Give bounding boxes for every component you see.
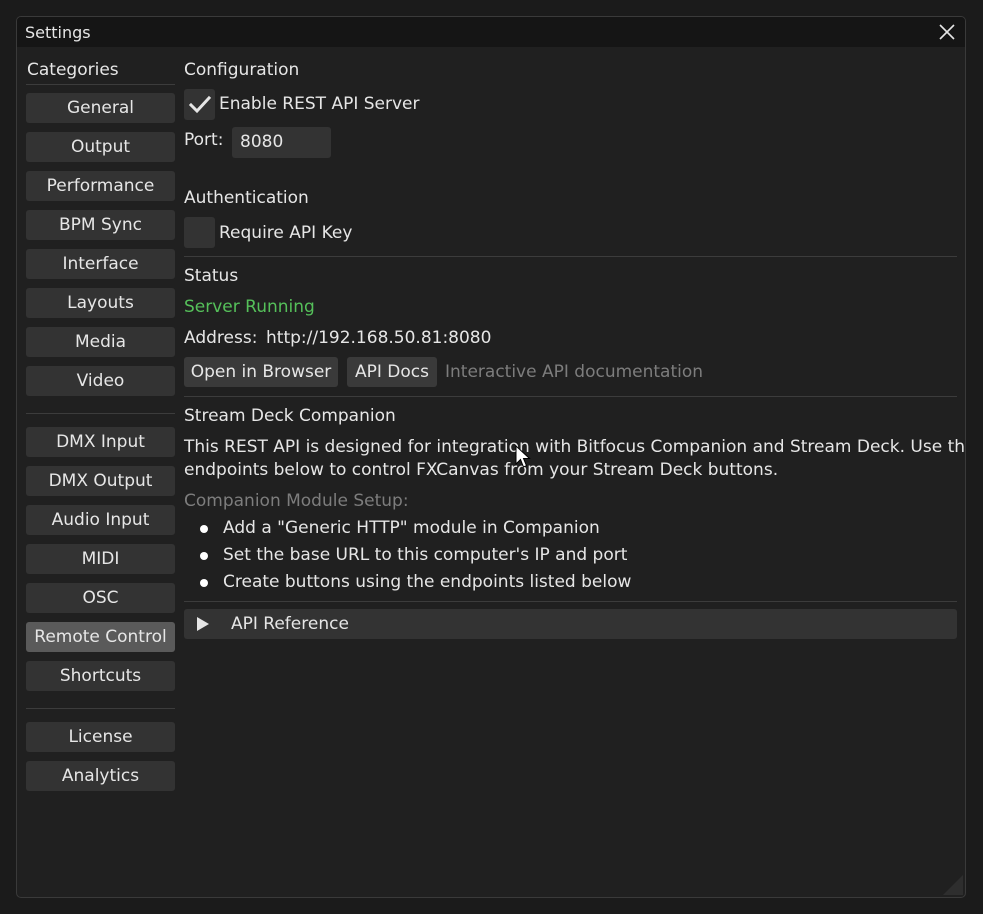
sidebar-item-video[interactable]: Video — [26, 366, 175, 396]
checkmark-icon — [188, 95, 212, 114]
title-bar[interactable]: Settings — [17, 17, 965, 47]
bullet-icon — [200, 579, 208, 587]
sidebar-item-shortcuts[interactable]: Shortcuts — [26, 661, 175, 691]
api-docs-hint: Interactive API documentation — [445, 362, 704, 382]
divider — [26, 708, 175, 709]
port-label: Port: — [184, 130, 224, 150]
sidebar-item-dmx-output[interactable]: DMX Output — [26, 466, 175, 496]
sidebar-item-layouts[interactable]: Layouts — [26, 288, 175, 318]
sidebar-item-osc[interactable]: OSC — [26, 583, 175, 613]
authentication-heading: Authentication — [184, 188, 309, 208]
setup-step: Create buttons using the endpoints liste… — [223, 572, 632, 592]
companion-description-line2: endpoints below to control FXCanvas from… — [184, 460, 779, 480]
mouse-cursor-icon — [515, 445, 531, 468]
divider — [184, 256, 957, 257]
sidebar-item-performance[interactable]: Performance — [26, 171, 175, 201]
companion-setup-label: Companion Module Setup: — [184, 491, 409, 511]
expand-arrow-icon — [197, 617, 209, 631]
sidebar-item-general[interactable]: General — [26, 93, 175, 123]
sidebar-item-bpm-sync[interactable]: BPM Sync — [26, 210, 175, 240]
settings-window: Settings Categories General Output Perfo… — [16, 16, 966, 898]
window-title: Settings — [25, 23, 91, 42]
server-status-text: Server Running — [184, 297, 315, 317]
require-api-key-label[interactable]: Require API Key — [219, 222, 352, 244]
sidebar-item-remote-control[interactable]: Remote Control — [26, 622, 175, 652]
sidebar-item-midi[interactable]: MIDI — [26, 544, 175, 574]
open-in-browser-button[interactable]: Open in Browser — [184, 357, 338, 387]
sidebar-item-license[interactable]: License — [26, 722, 175, 752]
divider — [26, 84, 175, 85]
address-value: http://192.168.50.81:8080 — [266, 328, 492, 348]
enable-rest-api-checkbox[interactable] — [184, 89, 215, 120]
setup-step: Add a "Generic HTTP" module in Companion — [223, 518, 600, 538]
divider — [184, 396, 957, 397]
api-reference-header[interactable]: API Reference — [184, 609, 957, 639]
port-input[interactable]: 8080 — [232, 127, 331, 158]
resize-grip-icon[interactable] — [941, 873, 963, 895]
bullet-icon — [200, 525, 208, 533]
companion-heading: Stream Deck Companion — [184, 406, 396, 426]
sidebar-item-output[interactable]: Output — [26, 132, 175, 162]
close-icon[interactable] — [938, 23, 956, 41]
sidebar-item-media[interactable]: Media — [26, 327, 175, 357]
bullet-icon — [200, 552, 208, 560]
status-heading: Status — [184, 266, 239, 286]
api-docs-button[interactable]: API Docs — [347, 357, 437, 387]
sidebar-item-audio-input[interactable]: Audio Input — [26, 505, 175, 535]
sidebar-item-interface[interactable]: Interface — [26, 249, 175, 279]
setup-step: Set the base URL to this computer's IP a… — [223, 545, 628, 565]
enable-rest-api-label[interactable]: Enable REST API Server — [219, 93, 420, 115]
sidebar-item-dmx-input[interactable]: DMX Input — [26, 427, 175, 457]
address-label: Address: — [184, 328, 258, 348]
configuration-heading: Configuration — [184, 60, 300, 80]
api-reference-label: API Reference — [231, 614, 349, 634]
sidebar-item-analytics[interactable]: Analytics — [26, 761, 175, 791]
companion-description-line1: This REST API is designed for integratio… — [184, 437, 966, 457]
divider — [184, 601, 957, 602]
categories-sidebar: Categories General Output Performance BP… — [26, 59, 175, 791]
require-api-key-checkbox[interactable] — [184, 217, 215, 248]
categories-title: Categories — [27, 60, 119, 80]
divider — [26, 413, 175, 414]
